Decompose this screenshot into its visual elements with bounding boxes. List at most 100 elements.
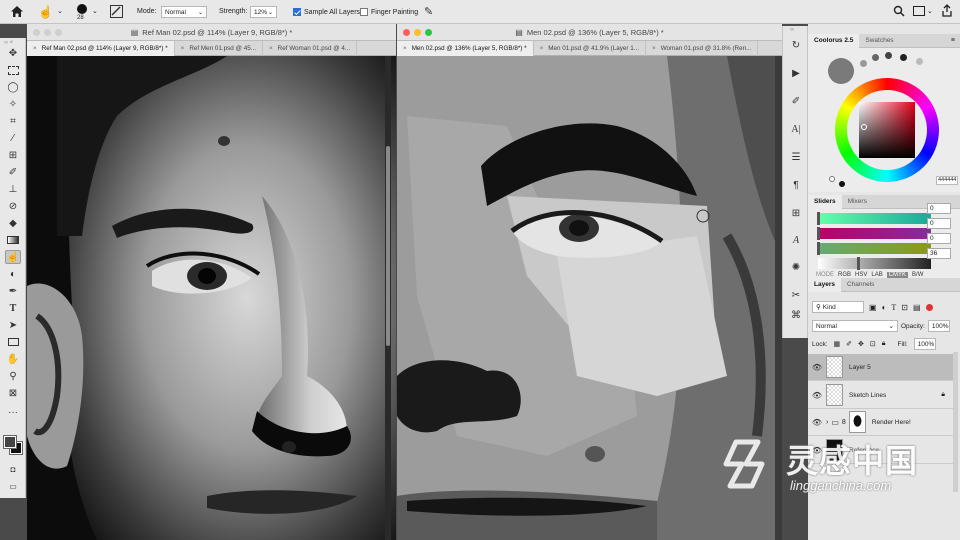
tab-men-02[interactable]: × Men 02.psd @ 136% (Layer 5, RGB/8*) * bbox=[397, 40, 534, 56]
crop-tool-icon[interactable]: ⌗ bbox=[5, 114, 21, 128]
marquee-tool-icon[interactable] bbox=[5, 63, 21, 77]
screen-mode-icon[interactable]: ▭ bbox=[5, 479, 21, 493]
tab-men-01[interactable]: × Men 01.psd @ 41.9% (Layer 1... bbox=[534, 40, 647, 56]
adjustments-panel-icon[interactable]: ☰ bbox=[788, 150, 804, 164]
brush-settings-icon[interactable] bbox=[110, 5, 123, 18]
filter-smart-icon[interactable]: ▤ bbox=[913, 303, 921, 312]
tab-channels[interactable]: Channels bbox=[841, 278, 880, 292]
home-icon[interactable] bbox=[10, 5, 24, 18]
search-icon[interactable] bbox=[893, 5, 905, 19]
tab-ref-woman-01[interactable]: × Ref Woman 01.psd @ 4... bbox=[263, 40, 358, 56]
slider-cyan[interactable] bbox=[818, 213, 931, 224]
slider-handle[interactable] bbox=[857, 257, 860, 270]
tab-sliders[interactable]: Sliders bbox=[808, 194, 842, 209]
brush-chevron-icon[interactable]: ⌄ bbox=[92, 7, 98, 15]
tab-woman-01[interactable]: × Woman 01.psd @ 31.8% (Ren... bbox=[646, 40, 759, 56]
sample-all-layers-checkbox[interactable]: Sample All Layers bbox=[293, 8, 360, 16]
sample-all-layers-check[interactable] bbox=[293, 8, 301, 16]
color-wheel[interactable] bbox=[835, 78, 939, 182]
tab-ref-man-02[interactable]: × Ref Man 02.psd @ 114% (Layer 9, RGB/8*)… bbox=[27, 40, 175, 56]
tool-presets-icon[interactable]: ✂ bbox=[788, 288, 804, 302]
quick-mask-icon[interactable]: ◘ bbox=[5, 462, 21, 476]
lock-transparency-icon[interactable]: ▦ bbox=[834, 340, 841, 348]
filter-pixel-icon[interactable]: ▣ bbox=[869, 303, 877, 312]
close-window-button[interactable] bbox=[33, 29, 40, 36]
close-tab-icon[interactable]: × bbox=[269, 45, 273, 52]
rotate-view-tool-icon[interactable]: ⊠ bbox=[5, 386, 21, 400]
black-value-field[interactable]: 36 bbox=[927, 248, 951, 259]
layer-kind-filter[interactable]: ⚲ Kind bbox=[812, 301, 864, 313]
history-panel-icon[interactable]: ↻ bbox=[788, 38, 804, 52]
opacity-input[interactable]: 100% bbox=[927, 320, 950, 332]
mode-select[interactable]: Normal ⌄ bbox=[161, 6, 207, 18]
layer-blend-mode[interactable]: Normal ⌄ bbox=[812, 320, 898, 332]
zoom-window-button[interactable] bbox=[55, 29, 62, 36]
more-tools-icon[interactable]: ··· bbox=[5, 405, 21, 419]
finger-painting-check[interactable] bbox=[360, 8, 368, 16]
properties-panel-icon[interactable]: ⊞ bbox=[788, 206, 804, 220]
filter-shape-icon[interactable]: ⊡ bbox=[901, 303, 908, 312]
eyedropper-tool-icon[interactable]: ⁄ bbox=[5, 131, 21, 145]
magenta-value-field[interactable]: 0 bbox=[927, 218, 951, 229]
slider-yellow[interactable] bbox=[818, 243, 931, 254]
history-swatch[interactable] bbox=[885, 52, 892, 59]
slider-black[interactable] bbox=[818, 258, 931, 269]
swatch-dot[interactable] bbox=[829, 176, 835, 182]
history-swatch[interactable] bbox=[872, 54, 879, 61]
lock-all-icon[interactable]: 🔒︎ bbox=[882, 340, 886, 348]
history-swatch[interactable] bbox=[860, 60, 867, 67]
tool-preset-chevron-icon[interactable]: ⌄ bbox=[57, 7, 63, 15]
history-brush-tool-icon[interactable]: ⊘ bbox=[5, 199, 21, 213]
history-swatch[interactable] bbox=[900, 54, 907, 61]
filter-adjustment-icon[interactable]: ◐ bbox=[882, 303, 887, 312]
minimize-window-button[interactable] bbox=[414, 29, 421, 36]
smudge-tool-button[interactable]: ☝ bbox=[5, 250, 21, 264]
slider-handle[interactable] bbox=[817, 212, 820, 225]
rectangle-tool-icon[interactable] bbox=[5, 335, 21, 349]
light-panel-icon[interactable]: ✺ bbox=[788, 260, 804, 274]
swatch-dot[interactable] bbox=[839, 181, 845, 187]
share-icon[interactable] bbox=[941, 4, 953, 19]
cyan-value-field[interactable]: 0 bbox=[927, 203, 951, 214]
current-color-swatch[interactable] bbox=[828, 58, 854, 84]
character-panel-icon[interactable]: A| bbox=[788, 122, 804, 136]
brush-preview-icon[interactable] bbox=[77, 4, 87, 14]
saturation-brightness-square[interactable] bbox=[859, 102, 915, 158]
clone-stamp-tool-icon[interactable]: ⊥ bbox=[5, 182, 21, 196]
visibility-eye-icon[interactable]: 👁︎ bbox=[808, 391, 826, 400]
minimize-window-button[interactable] bbox=[44, 29, 51, 36]
close-tab-icon[interactable]: × bbox=[181, 45, 185, 52]
tab-ref-men-01[interactable]: × Ref Men 01.psd @ 45... bbox=[175, 40, 263, 56]
brushes-panel-icon[interactable]: ✐ bbox=[788, 94, 804, 108]
visibility-eye-icon[interactable]: 👁︎ bbox=[808, 363, 826, 372]
path-selection-tool-icon[interactable]: ➤ bbox=[5, 318, 21, 332]
tab-swatches[interactable]: Swatches bbox=[859, 34, 899, 48]
strength-input[interactable]: 12% ⌄ bbox=[250, 6, 277, 18]
group-expand-chevron-icon[interactable]: › bbox=[826, 419, 828, 426]
slider-handle[interactable] bbox=[817, 227, 820, 240]
magic-wand-tool-icon[interactable]: ✧ bbox=[5, 97, 21, 111]
tab-layers[interactable]: Layers bbox=[808, 277, 841, 292]
paths-panel-icon[interactable]: ⌘ bbox=[788, 308, 804, 322]
close-tab-icon[interactable]: × bbox=[403, 45, 407, 52]
foreground-color-swatch[interactable] bbox=[3, 435, 17, 449]
color-picker-marker[interactable] bbox=[861, 124, 867, 130]
actions-panel-icon[interactable]: ▶ bbox=[788, 66, 804, 80]
close-tab-icon[interactable]: × bbox=[540, 45, 544, 52]
tab-mixers[interactable]: Mixers bbox=[842, 195, 873, 209]
lock-pixels-icon[interactable]: ✐ bbox=[846, 340, 852, 348]
dodge-tool-icon[interactable]: ◐ bbox=[5, 267, 21, 281]
hand-tool-icon[interactable]: ✋ bbox=[5, 352, 21, 366]
layer-row-sketch-lines[interactable]: 👁︎ Sketch Lines 🔒︎ bbox=[808, 382, 953, 409]
pen-tool-icon[interactable]: ✒ bbox=[5, 284, 21, 298]
glyphs-panel-icon[interactable]: A bbox=[788, 233, 804, 247]
panel-scrollbar[interactable] bbox=[953, 352, 958, 492]
lock-position-icon[interactable]: ✥ bbox=[858, 340, 864, 348]
history-swatch[interactable] bbox=[916, 58, 923, 65]
close-window-button[interactable] bbox=[403, 29, 410, 36]
close-tab-icon[interactable]: × bbox=[652, 45, 656, 52]
lasso-tool-icon[interactable]: ◯ bbox=[5, 80, 21, 94]
smudge-tool-icon[interactable]: ☝ bbox=[38, 5, 53, 19]
fill-input[interactable]: 100% bbox=[913, 338, 936, 350]
eraser-tool-icon[interactable]: ◆ bbox=[5, 216, 21, 230]
